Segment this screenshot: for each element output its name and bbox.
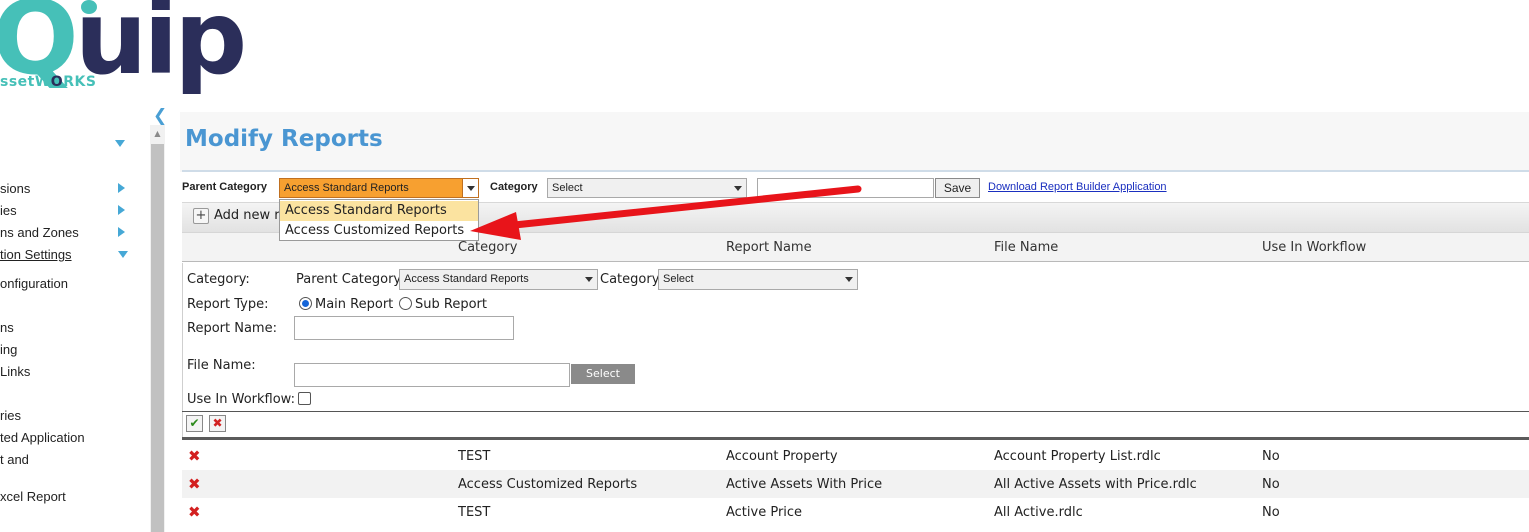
- annotation-arrow-shaft: [501, 185, 862, 230]
- annotation-arrow: [470, 185, 862, 240]
- annotation-arrow-head: [470, 212, 521, 240]
